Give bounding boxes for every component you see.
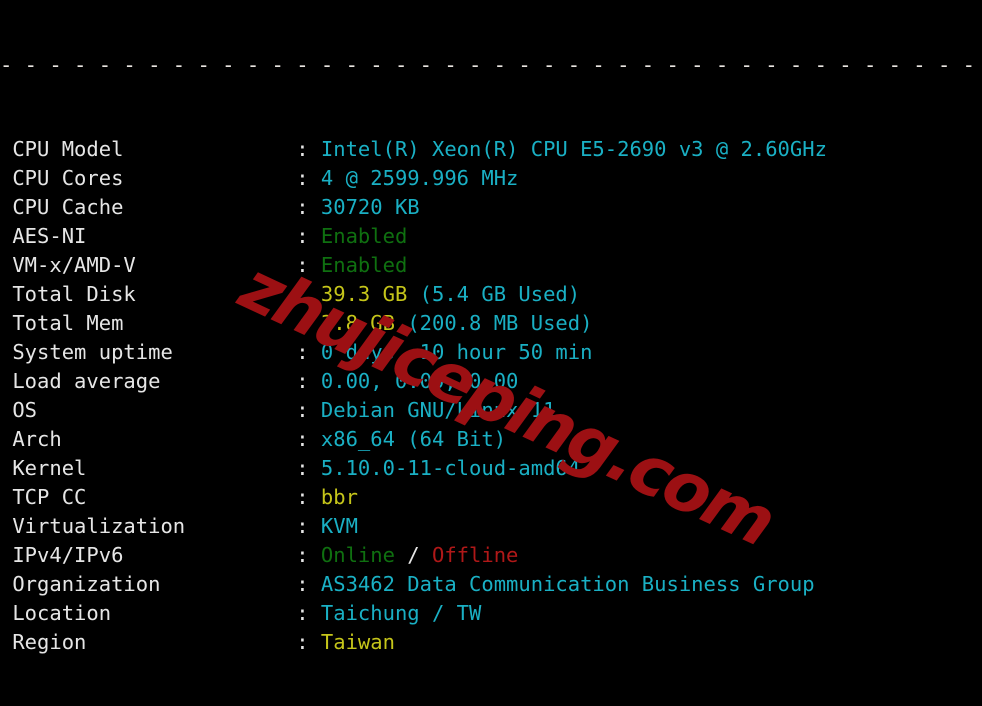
info-row-value: 0 days, 10 hour 50 min <box>320 340 593 364</box>
info-row-value: 5.10.0-11-cloud-amd64 <box>320 456 581 480</box>
info-row-value: Taiwan <box>320 630 395 654</box>
info-row: AES-NI : Enabled <box>0 222 982 251</box>
info-row: CPU Cache : 30720 KB <box>0 193 982 222</box>
info-row-colon: : <box>296 601 321 625</box>
info-row: Region : Taiwan <box>0 628 982 657</box>
info-row-colon: : <box>296 282 321 306</box>
info-row-value: Online <box>320 543 395 567</box>
info-row-label: Total Disk <box>0 282 297 306</box>
info-row-value: Enabled <box>320 224 408 248</box>
info-row-value: 39.3 GB <box>320 282 408 306</box>
info-row-label: CPU Cores <box>0 166 297 190</box>
info-row-label: Total Mem <box>0 311 297 335</box>
info-row: CPU Model : Intel(R) Xeon(R) CPU E5-2690… <box>0 135 982 164</box>
info-row-label: System uptime <box>0 340 297 364</box>
info-row-value: KVM <box>320 514 358 538</box>
info-row: Virtualization : KVM <box>0 512 982 541</box>
info-row-value: Intel(R) Xeon(R) CPU E5-2690 v3 @ 2.60GH… <box>320 137 827 161</box>
terminal-output: - - - - - - - - - - - - - - - - - - - - … <box>0 0 982 706</box>
info-row-value-separator: / <box>394 543 432 567</box>
info-row-value-extra: (200.8 MB Used) <box>407 311 593 335</box>
info-row: TCP CC : bbr <box>0 483 982 512</box>
info-row: OS : Debian GNU/Linux 11 <box>0 396 982 425</box>
info-row-colon: : <box>296 456 321 480</box>
info-row-value: Debian GNU/Linux 11 <box>320 398 556 422</box>
system-info-block: CPU Model : Intel(R) Xeon(R) CPU E5-2690… <box>0 135 982 657</box>
info-row-value-extra: Offline <box>432 543 519 567</box>
info-row: Organization : AS3462 Data Communication… <box>0 570 982 599</box>
info-row-value: AS3462 Data Communication Business Group <box>320 572 815 596</box>
info-row-label: OS <box>0 398 297 422</box>
info-row: Total Mem : 3.8 GB (200.8 MB Used) <box>0 309 982 338</box>
info-row-label: Arch <box>0 427 297 451</box>
info-row-label: Region <box>0 630 297 654</box>
info-row-colon: : <box>296 543 321 567</box>
separator-top: - - - - - - - - - - - - - - - - - - - - … <box>0 58 976 77</box>
info-row-colon: : <box>296 224 321 248</box>
terminal-window: - - - - - - - - - - - - - - - - - - - - … <box>0 0 982 706</box>
info-row: VM-x/AMD-V : Enabled <box>0 251 982 280</box>
info-row-colon: : <box>296 398 321 422</box>
info-row-label: Organization <box>0 572 297 596</box>
info-row: CPU Cores : 4 @ 2599.996 MHz <box>0 164 982 193</box>
info-row-label: IPv4/IPv6 <box>0 543 297 567</box>
info-row-value-separator <box>395 311 407 335</box>
info-row-colon: : <box>296 340 321 364</box>
info-row-label: CPU Cache <box>0 195 297 219</box>
info-row: Kernel : 5.10.0-11-cloud-amd64 <box>0 454 982 483</box>
info-row-colon: : <box>296 369 321 393</box>
info-row-colon: : <box>296 166 321 190</box>
info-row-value: 3.8 GB <box>320 311 395 335</box>
info-row-colon: : <box>296 137 321 161</box>
info-row-value-extra: (5.4 GB Used) <box>419 282 581 306</box>
info-row-label: Load average <box>0 369 297 393</box>
info-row-value: 4 @ 2599.996 MHz <box>320 166 519 190</box>
info-row: Location : Taichung / TW <box>0 599 982 628</box>
info-row-colon: : <box>296 485 321 509</box>
info-row-value: bbr <box>320 485 358 509</box>
info-row-label: VM-x/AMD-V <box>0 253 297 277</box>
info-row-label: Kernel <box>0 456 297 480</box>
info-row-label: Location <box>0 601 297 625</box>
info-row: Total Disk : 39.3 GB (5.4 GB Used) <box>0 280 982 309</box>
info-row: Arch : x86_64 (64 Bit) <box>0 425 982 454</box>
info-row-colon: : <box>296 514 321 538</box>
info-row-value-separator <box>407 282 419 306</box>
info-row-label: AES-NI <box>0 224 297 248</box>
info-row-colon: : <box>296 572 321 596</box>
info-row-label: CPU Model <box>0 137 297 161</box>
info-row-colon: : <box>296 253 321 277</box>
info-row-value: 30720 KB <box>320 195 420 219</box>
info-row-value: Enabled <box>320 253 408 277</box>
info-row-colon: : <box>296 630 321 654</box>
info-row: Load average : 0.00, 0.00, 0.00 <box>0 367 982 396</box>
info-row-label: TCP CC <box>0 485 297 509</box>
info-row-label: Virtualization <box>0 514 297 538</box>
info-row-value: 0.00, 0.00, 0.00 <box>320 369 519 393</box>
info-row: System uptime : 0 days, 10 hour 50 min <box>0 338 982 367</box>
info-row-colon: : <box>296 427 321 451</box>
info-row-colon: : <box>296 311 321 335</box>
info-row-value: x86_64 (64 Bit) <box>320 427 507 451</box>
info-row: IPv4/IPv6 : Online / Offline <box>0 541 982 570</box>
info-row-value: Taichung / TW <box>320 601 482 625</box>
info-row-colon: : <box>296 195 321 219</box>
